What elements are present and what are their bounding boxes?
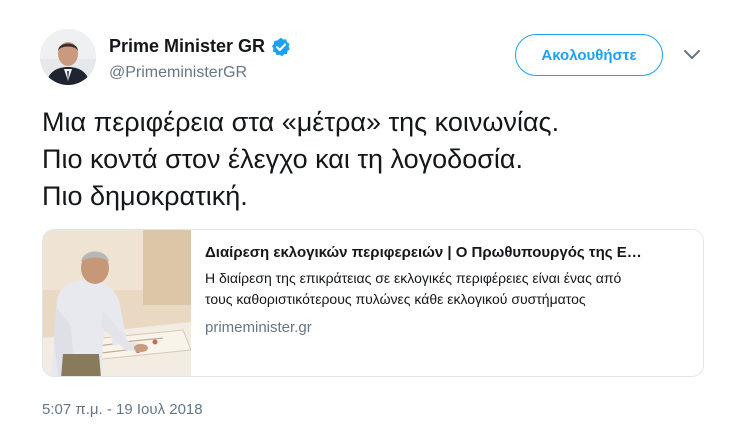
card-description: Η διαίρεση της επικράτειας σε εκλογικές … bbox=[205, 268, 695, 310]
tweet-text-line: Πιο δημοκρατική. bbox=[42, 181, 248, 211]
tweet-timestamp[interactable]: 5:07 π.μ. - 19 Ιουλ 2018 bbox=[42, 401, 203, 418]
card-description-line: τους καθοριστικότερους πυλώνες κάθε εκλο… bbox=[205, 291, 586, 307]
author-handle[interactable]: @PrimeministerGR bbox=[109, 64, 247, 82]
card-thumbnail-image bbox=[43, 230, 191, 376]
avatar[interactable] bbox=[40, 29, 96, 85]
chevron-down-icon[interactable] bbox=[683, 48, 701, 62]
verified-badge-icon bbox=[271, 37, 291, 57]
tweet-text-line: Πιο κοντά στον έλεγχο και τη λογοδοσία. bbox=[42, 144, 524, 174]
follow-button[interactable]: Ακολουθήστε bbox=[515, 34, 663, 76]
link-preview-card[interactable]: Διαίρεση εκλογικών περιφερειών | Ο Πρωθυ… bbox=[42, 229, 704, 377]
tweet: Prime Minister GR @PrimeministerGR Ακολο… bbox=[0, 0, 735, 436]
card-description-line: Η διαίρεση της επικράτειας σε εκλογικές … bbox=[205, 270, 622, 286]
author-name-row: Prime Minister GR bbox=[109, 36, 291, 57]
author-display-name[interactable]: Prime Minister GR bbox=[109, 36, 265, 57]
card-title[interactable]: Διαίρεση εκλογικών περιφερειών | Ο Πρωθυ… bbox=[205, 242, 695, 264]
card-body: Διαίρεση εκλογικών περιφερειών | Ο Πρωθυ… bbox=[205, 242, 695, 338]
tweet-text: Μια περιφέρεια στα «μέτρα» της κοινωνίας… bbox=[42, 104, 712, 215]
avatar-portrait bbox=[40, 29, 96, 85]
tweet-text-line: Μια περιφέρεια στα «μέτρα» της κοινωνίας… bbox=[42, 107, 560, 137]
card-domain: primeminister.gr bbox=[205, 319, 312, 336]
